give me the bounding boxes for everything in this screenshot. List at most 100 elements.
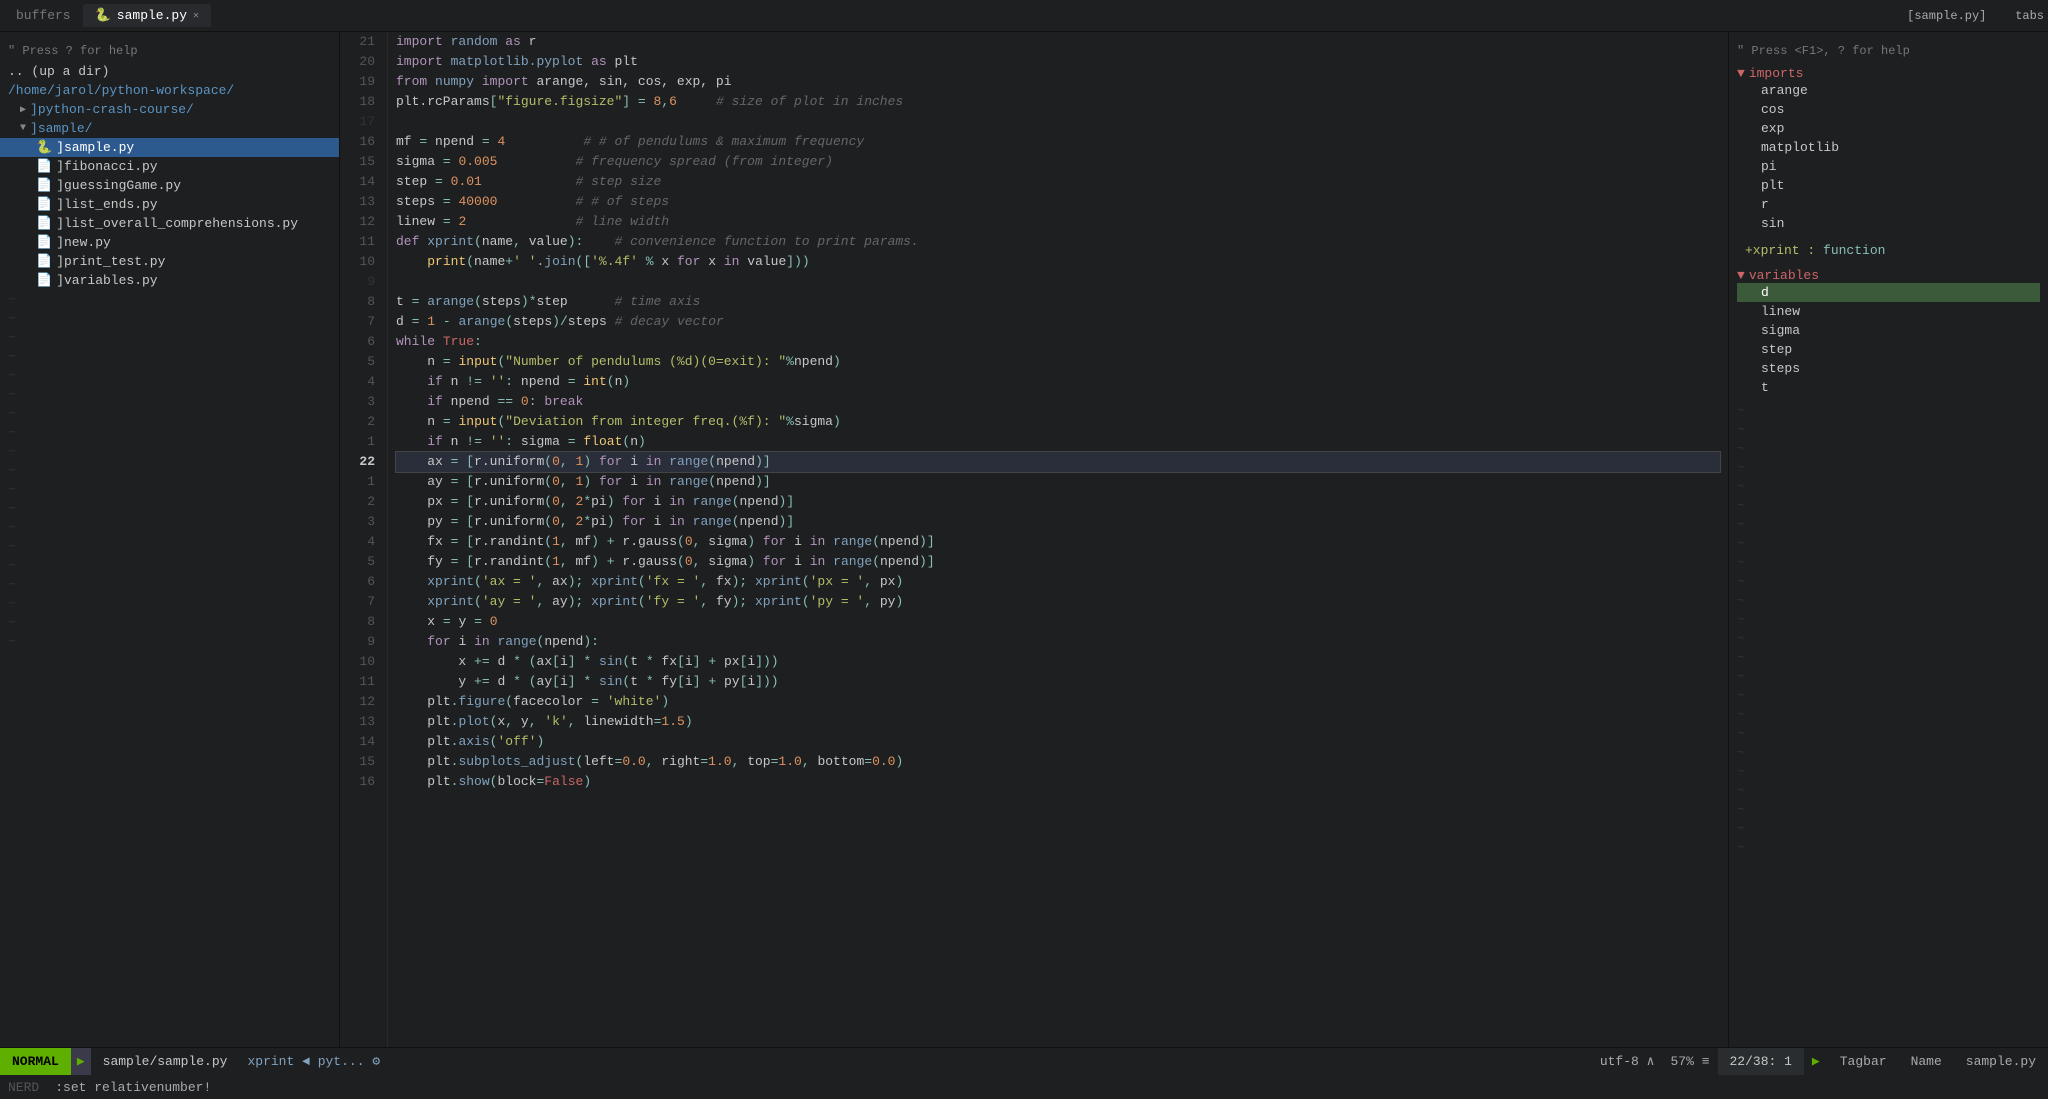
code-line: n = input("Number of pendulums (%d)(0=ex… <box>396 352 1720 372</box>
sidebar-item-new[interactable]: 📄 ]new.py <box>0 233 339 252</box>
tag-item-d[interactable]: d <box>1737 283 2040 302</box>
code-line: if n != '': sigma = float(n) <box>396 432 1720 452</box>
tilde-right: ~ <box>1729 724 2048 743</box>
tag-item-matplotlib[interactable]: matplotlib <box>1737 138 2040 157</box>
sidebar-item-print-test[interactable]: 📄 ]print_test.py <box>0 252 339 271</box>
tilde-right: ~ <box>1729 458 2048 477</box>
tab-close-icon[interactable]: ✕ <box>193 10 199 22</box>
code-line-cursor: ax = [r.uniform(0, 1) for i in range(npe… <box>396 452 1720 472</box>
tag-item-steps[interactable]: steps <box>1737 359 2040 378</box>
tag-item-arange[interactable]: arange <box>1737 81 2040 100</box>
tag-item-pi[interactable]: pi <box>1737 157 2040 176</box>
tilde-right: ~ <box>1729 686 2048 705</box>
variables-section: ▼ variables d linew sigma step steps t <box>1729 264 2048 401</box>
code-display[interactable]: import random as r import matplotlib.pyp… <box>388 32 1728 1047</box>
tag-item-t[interactable]: t <box>1737 378 2040 397</box>
line-ending: ∧ <box>1647 1054 1655 1069</box>
sidebar-label: ]guessingGame.py <box>56 178 181 193</box>
sidebar-item-list-overall[interactable]: 📄 ]list_overall_comprehensions.py <box>0 214 339 233</box>
line-numbers: 21 20 19 18 17 16 15 14 13 12 11 10 9 8 … <box>340 32 388 1047</box>
sidebar-item-list-ends[interactable]: 📄 ]list_ends.py <box>0 195 339 214</box>
tag-item-r[interactable]: r <box>1737 195 2040 214</box>
encoding-label: utf-8 <box>1600 1054 1639 1069</box>
code-line: x += d * (ax[i] * sin(t * fx[i] + px[i])… <box>396 652 1720 672</box>
xprint-type: function <box>1823 243 1885 258</box>
tilde-right: ~ <box>1729 610 2048 629</box>
tilde-right: ~ <box>1729 800 2048 819</box>
editor-content: 21 20 19 18 17 16 15 14 13 12 11 10 9 8 … <box>340 32 1728 1047</box>
code-line <box>396 112 1720 132</box>
code-line: for i in range(npend): <box>396 632 1720 652</box>
tab-buffers-label: buffers <box>16 8 71 23</box>
sidebar-label: ]print_test.py <box>56 254 165 269</box>
tag-item-cos[interactable]: cos <box>1737 100 2040 119</box>
file-icon: 📄 <box>36 178 52 193</box>
status-triangle: ▶ <box>1804 1054 1828 1069</box>
status-filepath: sample/sample.py <box>91 1054 240 1069</box>
cmd-text[interactable]: :set relativenumber! <box>55 1080 211 1095</box>
sidebar-root[interactable]: /home/jarol/python-workspace/ <box>0 81 339 100</box>
tree-arrow-open-icon: ▼ <box>20 123 26 134</box>
tilde-line: ~ <box>0 385 339 404</box>
status-name: Name <box>1899 1054 1954 1069</box>
code-line: import matplotlib.pyplot as plt <box>396 52 1720 72</box>
pyt-icon: ⚙ <box>372 1054 380 1069</box>
command-line: NERD :set relativenumber! <box>0 1075 2048 1099</box>
tab-sample-label: sample.py <box>117 8 187 23</box>
tilde-line: ~ <box>0 461 339 480</box>
status-bar: NORMAL ▶ sample/sample.py xprint ◄ pyt..… <box>0 1047 2048 1075</box>
tag-item-plt[interactable]: plt <box>1737 176 2040 195</box>
tilde-right: ~ <box>1729 819 2048 838</box>
tab-buffers[interactable]: buffers <box>4 4 83 27</box>
sidebar-up-dir[interactable]: .. (up a dir) <box>0 62 339 81</box>
arrow-down-icon: ▼ <box>1737 66 1745 81</box>
func-arrow: ◄ <box>302 1054 318 1069</box>
pyt-label: pyt... <box>318 1054 365 1069</box>
tilde-line: ~ <box>0 290 339 309</box>
file-icon: 📄 <box>36 159 52 174</box>
sidebar-item-fibonacci[interactable]: 📄 ]fibonacci.py <box>0 157 339 176</box>
editor-area[interactable]: 21 20 19 18 17 16 15 14 13 12 11 10 9 8 … <box>340 32 1728 1047</box>
tab-sample-py[interactable]: 🐍 sample.py ✕ <box>83 4 211 27</box>
col-label: : 1 <box>1769 1054 1792 1069</box>
code-line: linew = 2 # line width <box>396 212 1720 232</box>
tag-item-exp[interactable]: exp <box>1737 119 2040 138</box>
sidebar-item-variables[interactable]: 📄 ]variables.py <box>0 271 339 290</box>
mode-label: NORMAL <box>12 1054 59 1069</box>
sidebar-item-python-crash-course[interactable]: ▶ ]python-crash-course/ <box>0 100 339 119</box>
sidebar-label: ]sample/ <box>30 121 92 136</box>
tag-item-sin[interactable]: sin <box>1737 214 2040 233</box>
code-line: from numpy import arange, sin, cos, exp,… <box>396 72 1720 92</box>
imports-header[interactable]: ▼ imports <box>1737 66 2040 81</box>
tag-item-step[interactable]: step <box>1737 340 2040 359</box>
sidebar-label: ]python-crash-course/ <box>30 102 194 117</box>
tilde-line: ~ <box>0 537 339 556</box>
main-layout: " Press ? for help .. (up a dir) /home/j… <box>0 32 2048 1047</box>
sidebar-item-sample-py[interactable]: 🐍 ]sample.py <box>0 138 339 157</box>
sidebar-item-guessing[interactable]: 📄 ]guessingGame.py <box>0 176 339 195</box>
xprint-label[interactable]: +xprint : function <box>1737 241 2040 260</box>
filename-right-label: sample.py <box>1966 1054 2036 1069</box>
code-line: def xprint(name, value): # convenience f… <box>396 232 1720 252</box>
code-line: y += d * (ay[i] * sin(t * fy[i] + py[i])… <box>396 672 1720 692</box>
code-line: if n != '': npend = int(n) <box>396 372 1720 392</box>
tilde-right: ~ <box>1729 591 2048 610</box>
variables-header[interactable]: ▼ variables <box>1737 268 2040 283</box>
tilde-line: ~ <box>0 404 339 423</box>
tag-item-sigma[interactable]: sigma <box>1737 321 2040 340</box>
code-line: xprint('ax = ', ax); xprint('fx = ', fx)… <box>396 572 1720 592</box>
code-line: sigma = 0.005 # frequency spread (from i… <box>396 152 1720 172</box>
arrow-down-icon2: ▼ <box>1737 268 1745 283</box>
file-icon: 📄 <box>36 273 52 288</box>
code-line: plt.axis('off') <box>396 732 1720 752</box>
tag-item-linew[interactable]: linew <box>1737 302 2040 321</box>
percent-label: 57% <box>1670 1054 1693 1069</box>
sidebar-item-sample-dir[interactable]: ▼ ]sample/ <box>0 119 339 138</box>
status-arrow: ▶ <box>71 1048 91 1075</box>
code-line: fy = [r.randint(1, mf) + r.gauss(0, sigm… <box>396 552 1720 572</box>
status-encoding: utf-8 ∧ <box>1592 1054 1663 1069</box>
tilde-line: ~ <box>0 613 339 632</box>
code-line: xprint('ay = ', ay); xprint('fy = ', fy)… <box>396 592 1720 612</box>
variables-label: variables <box>1749 268 1819 283</box>
tilde-line: ~ <box>0 556 339 575</box>
